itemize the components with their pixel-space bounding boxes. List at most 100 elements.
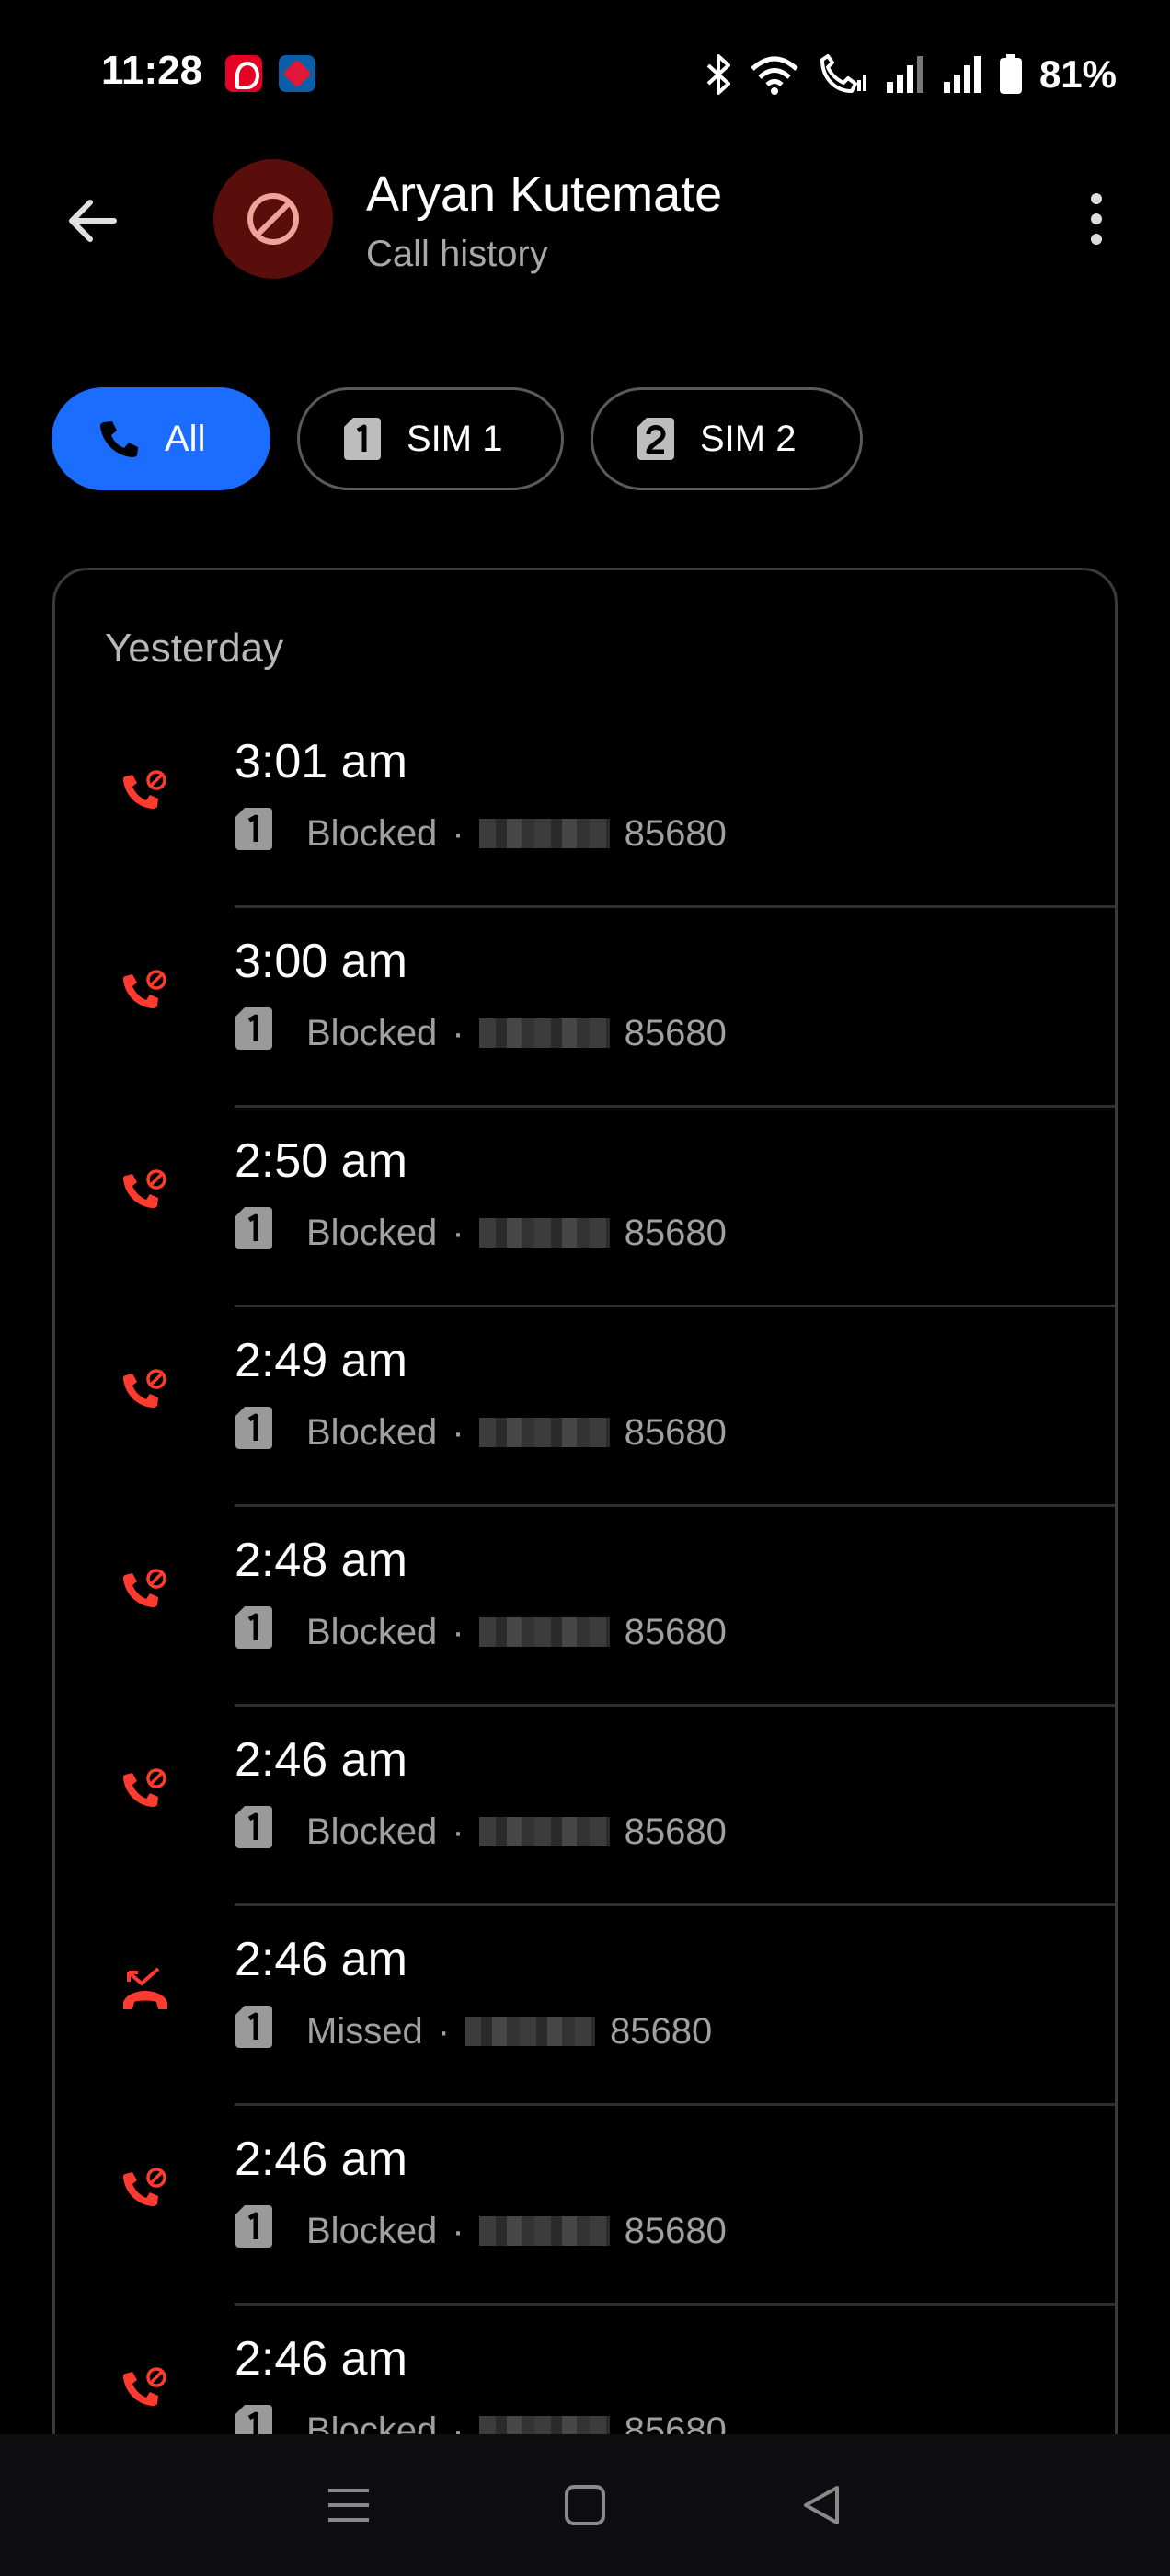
back-button[interactable]	[55, 184, 129, 258]
call-status: Blocked	[306, 1811, 438, 1852]
status-time: 11:28	[101, 48, 203, 93]
missed-call-icon	[120, 1965, 171, 2017]
arrow-back-icon	[69, 200, 117, 242]
blocked-call-icon	[120, 1366, 171, 1418]
menu-icon	[327, 2489, 369, 2522]
sim2-icon	[637, 418, 674, 460]
filter-chip-all[interactable]: All	[52, 387, 270, 490]
wifi-icon	[751, 56, 798, 95]
call-row[interactable]: 2:46 am Blocked · 85680	[55, 2106, 1115, 2306]
filter-chip-sim2[interactable]: SIM 2	[591, 387, 863, 490]
call-status: Blocked	[306, 1411, 438, 1453]
filter-chip-label: SIM 1	[407, 418, 503, 459]
call-number: 85680	[624, 1212, 727, 1253]
avatar[interactable]	[213, 159, 333, 279]
separator-dot: ·	[452, 1012, 465, 1053]
call-meta: Blocked · 85680	[235, 1007, 727, 1059]
home-button[interactable]	[544, 2464, 626, 2547]
blocked-call-icon	[120, 1167, 171, 1218]
separator-dot: ·	[452, 2210, 465, 2251]
call-status: Blocked	[306, 1212, 438, 1253]
sim1-icon	[235, 1407, 306, 1458]
blocked-call-icon	[120, 2165, 171, 2216]
call-time: 3:01 am	[235, 735, 407, 788]
sim1-icon	[235, 2006, 306, 2057]
call-time: 3:00 am	[235, 935, 407, 988]
call-meta: Blocked · 85680	[235, 1806, 727, 1857]
call-row[interactable]: 2:46 am Blocked · 85680	[55, 1707, 1115, 1906]
page-subtitle: Call history	[366, 234, 548, 274]
wifi-calling-icon	[820, 54, 866, 93]
sim1-icon	[235, 1207, 306, 1259]
redacted-number	[478, 1018, 610, 1048]
separator-dot: ·	[452, 812, 465, 854]
blocked-call-icon	[120, 967, 171, 1018]
call-meta: Blocked · 85680	[235, 2205, 727, 2257]
dominos-notification-icon	[279, 55, 315, 92]
phone-icon	[98, 419, 139, 459]
call-row[interactable]: 2:49 am Blocked · 85680	[55, 1307, 1115, 1507]
sim1-icon	[344, 418, 381, 460]
status-bar: 11:28 81%	[0, 0, 1170, 147]
call-number: 85680	[624, 1012, 727, 1053]
battery-percent: 81%	[1038, 52, 1117, 96]
battery-icon	[999, 54, 1022, 94]
more-options-button[interactable]	[1060, 182, 1133, 256]
call-time: 2:50 am	[235, 1134, 407, 1188]
sim1-icon	[235, 1806, 306, 1857]
call-row[interactable]: 2:50 am Blocked · 85680	[55, 1108, 1115, 1307]
back-nav-button[interactable]	[780, 2464, 863, 2547]
call-meta: Blocked · 85680	[235, 1606, 727, 1658]
call-meta: Blocked · 85680	[235, 1207, 727, 1259]
redacted-number	[465, 2017, 596, 2046]
call-history-card: Yesterday 3:01 am Blocked · 85680 3:00 am Blo…	[52, 568, 1118, 2576]
status-icons: 81%	[705, 52, 1117, 98]
call-time: 2:46 am	[235, 1733, 407, 1787]
call-meta: Missed · 85680	[235, 2006, 712, 2057]
call-number: 85680	[610, 2010, 713, 2052]
navigation-bar	[0, 2434, 1170, 2576]
separator-dot: ·	[452, 1611, 465, 1652]
call-number: 85680	[624, 1811, 727, 1852]
call-row[interactable]: 3:00 am Blocked · 85680	[55, 908, 1115, 1108]
blocked-call-icon	[120, 1566, 171, 1617]
sim1-icon	[235, 808, 306, 859]
filter-chip-sim1[interactable]: SIM 1	[297, 387, 564, 490]
call-time: 2:46 am	[235, 1933, 407, 1986]
call-time: 2:46 am	[235, 2133, 407, 2186]
redacted-number	[478, 1817, 610, 1846]
section-label-yesterday: Yesterday	[105, 626, 284, 671]
redacted-number	[478, 819, 610, 848]
separator-dot: ·	[437, 2010, 451, 2052]
call-status: Blocked	[306, 2210, 438, 2251]
call-meta: Blocked · 85680	[235, 1407, 727, 1458]
call-number: 85680	[624, 1611, 727, 1652]
more-vert-icon	[1091, 193, 1102, 245]
filter-chips: All SIM 1 SIM 2	[52, 387, 863, 490]
call-number: 85680	[624, 1411, 727, 1453]
contact-name: Aryan Kutemate	[366, 167, 723, 222]
call-status: Missed	[306, 2010, 423, 2052]
call-meta: Blocked · 85680	[235, 808, 727, 859]
recent-apps-button[interactable]	[307, 2464, 390, 2547]
bluetooth-icon	[706, 54, 730, 95]
signal-sim1-icon	[886, 56, 923, 93]
sim1-icon	[235, 1007, 306, 1059]
call-row[interactable]: 2:46 am Missed · 85680	[55, 1906, 1115, 2106]
sim1-icon	[235, 1606, 306, 1658]
call-number: 85680	[624, 2210, 727, 2251]
back-triangle-icon	[804, 2486, 840, 2524]
redacted-number	[478, 2216, 610, 2246]
call-time: 2:46 am	[235, 2332, 407, 2386]
call-row[interactable]: 2:48 am Blocked · 85680	[55, 1507, 1115, 1707]
call-time: 2:49 am	[235, 1334, 407, 1387]
call-status: Blocked	[306, 1611, 438, 1652]
call-row[interactable]: 3:01 am Blocked · 85680	[55, 708, 1115, 908]
call-time: 2:48 am	[235, 1534, 407, 1587]
redacted-number	[478, 1218, 610, 1248]
home-square-icon	[564, 2485, 605, 2525]
blocked-call-icon	[120, 767, 171, 819]
sim1-icon	[235, 2205, 306, 2257]
blocked-icon	[247, 193, 299, 245]
redacted-number	[478, 1617, 610, 1647]
